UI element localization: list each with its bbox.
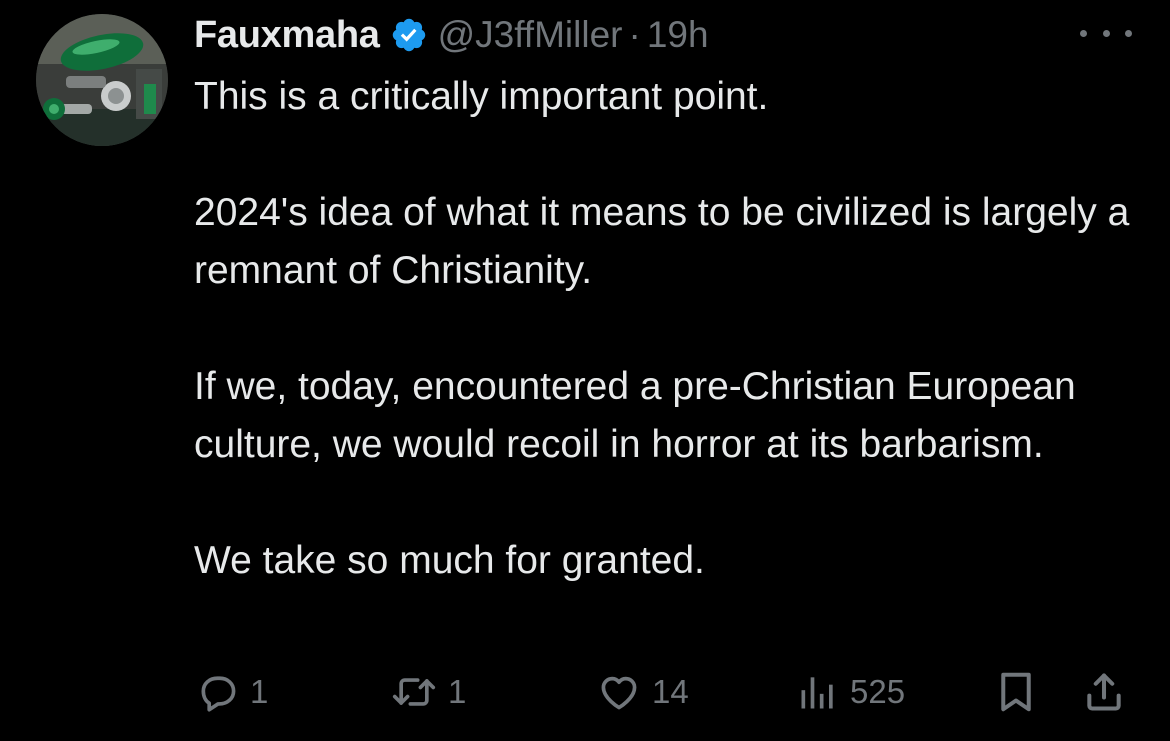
motorcycle-avatar-image	[36, 14, 168, 146]
more-dot	[1080, 29, 1087, 37]
verified-badge-icon	[390, 16, 428, 54]
tweet-paragraph: This is a critically important point.	[194, 75, 769, 118]
bookmark-icon	[1001, 672, 1031, 712]
tweet-paragraph: If we, today, encountered a pre-Christia…	[194, 365, 1076, 466]
more-dot	[1102, 29, 1110, 37]
more-dots-icon[interactable]	[1080, 18, 1132, 48]
repost-icon	[392, 678, 436, 706]
share-button[interactable]	[1082, 660, 1126, 724]
tweet-timestamp[interactable]: 19h	[647, 14, 709, 56]
like-button[interactable]: 14	[596, 660, 689, 724]
tweet-text: This is a critically important point. 20…	[194, 68, 1154, 590]
bookmark-button[interactable]	[996, 660, 1036, 724]
header-separator: ·	[628, 14, 641, 55]
reply-button[interactable]: 1	[196, 660, 268, 724]
avatar[interactable]	[36, 14, 168, 146]
author-display-name[interactable]: Fauxmaha	[194, 14, 380, 57]
repost-count: 1	[448, 673, 467, 710]
tweet-paragraph: 2024's idea of what it means to be civil…	[194, 191, 1130, 292]
repost-button[interactable]: 1	[390, 660, 466, 724]
reply-icon	[201, 676, 236, 712]
tweet-paragraph: We take so much for granted.	[194, 539, 705, 582]
views-button[interactable]: 525	[796, 660, 905, 724]
heart-icon	[601, 676, 637, 710]
tweet-header: Fauxmaha @J3ffMiller · 19h	[194, 10, 709, 60]
author-handle[interactable]: @J3ffMiller	[438, 14, 623, 56]
views-count: 525	[850, 673, 906, 710]
tweet-actions-bar: 1 1 14 525	[0, 660, 1170, 724]
tweet[interactable]: Fauxmaha @J3ffMiller · 19h This is a cri…	[0, 0, 1170, 741]
more-dot	[1125, 29, 1132, 37]
reply-count: 1	[250, 673, 269, 710]
share-icon	[1087, 673, 1121, 711]
views-chart-icon	[801, 677, 833, 709]
like-count: 14	[652, 673, 689, 710]
